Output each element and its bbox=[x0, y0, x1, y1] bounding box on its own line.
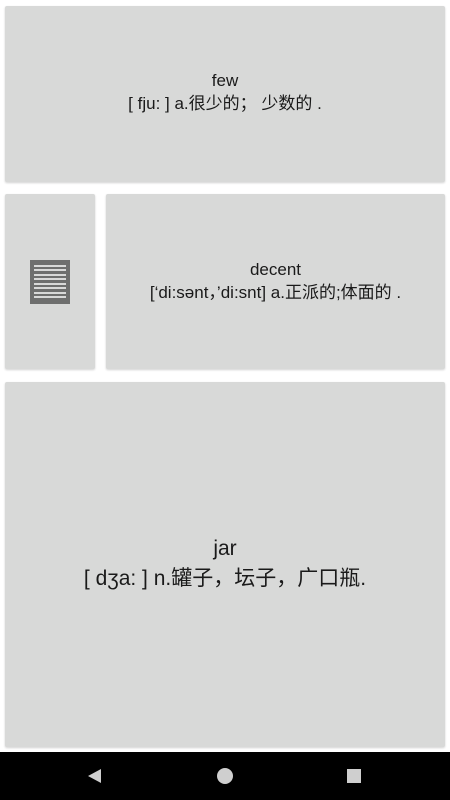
word-title: few bbox=[211, 71, 239, 90]
home-button[interactable] bbox=[195, 752, 255, 800]
word-list-button[interactable] bbox=[5, 194, 95, 369]
word-title: decent bbox=[249, 259, 302, 279]
word-title: jar bbox=[213, 536, 237, 560]
word-definition: [ dʒa: ] n.罐子，坛子，广口瓶. bbox=[83, 566, 367, 590]
recent-apps-button[interactable] bbox=[324, 752, 384, 800]
screen: few [ fju: ] a.很少的； 少数的 . decent [‘di:sə… bbox=[0, 0, 450, 800]
back-button[interactable] bbox=[64, 752, 124, 800]
back-triangle-icon bbox=[87, 769, 101, 783]
word-card-decent[interactable]: decent [‘di:sənt，’di:snt] a.正派的;体面的 . bbox=[106, 194, 445, 369]
system-navigation-bar bbox=[0, 752, 450, 800]
home-circle-icon bbox=[217, 768, 233, 784]
word-card-few[interactable]: few [ fju: ] a.很少的； 少数的 . bbox=[5, 6, 445, 182]
word-card-jar[interactable]: jar [ dʒa: ] n.罐子，坛子，广口瓶. bbox=[5, 382, 445, 747]
recent-square-icon bbox=[347, 769, 361, 783]
word-definition: [‘di:sənt，’di:snt] a.正派的;体面的 . bbox=[149, 282, 402, 302]
list-icon bbox=[30, 259, 70, 304]
word-definition: [ fju: ] a.很少的； 少数的 . bbox=[128, 94, 322, 113]
